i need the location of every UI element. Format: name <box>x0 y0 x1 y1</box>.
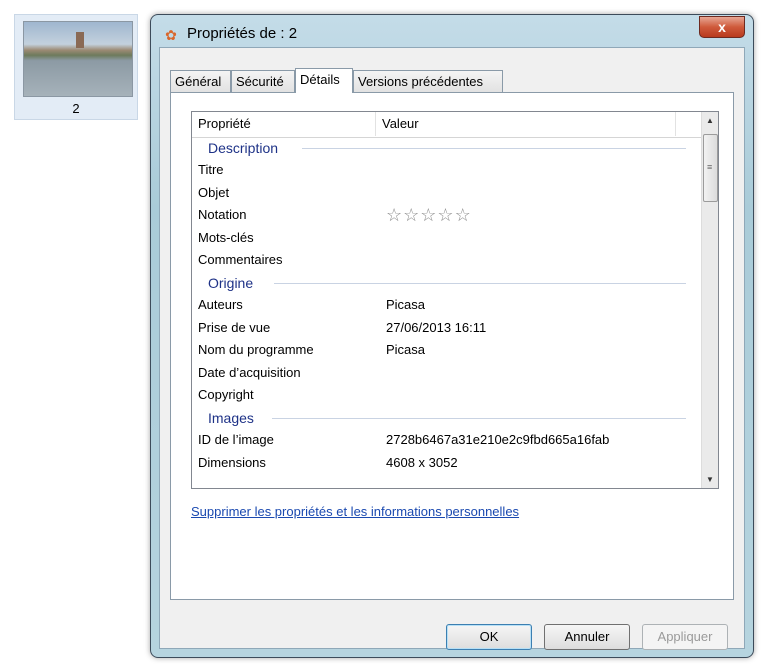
thumbnail-image <box>23 21 133 97</box>
group-label: Description <box>208 140 279 156</box>
group-description: Description <box>192 137 702 159</box>
tab-security[interactable]: Sécurité <box>231 70 295 92</box>
list-item[interactable]: ID de l’image 2728b6467a31e210e2c9fbd665a… <box>192 429 702 452</box>
properties-dialog: ✿ Propriétés de : 2 x Général Sécurité D… <box>150 14 754 658</box>
star-icon[interactable]: ☆ <box>437 205 454 225</box>
star-icon[interactable]: ☆ <box>420 205 437 225</box>
group-label: Images <box>208 409 254 426</box>
column-header-property[interactable]: Propriété <box>192 112 376 136</box>
list-item[interactable]: Mots-clés <box>192 227 702 250</box>
group-label: Origine <box>208 274 254 291</box>
property-value: 27/06/2013 16:11 <box>386 319 487 335</box>
group-divider <box>302 148 686 149</box>
list-item[interactable]: Objet <box>192 182 702 205</box>
grip-icon: ≡ <box>707 162 713 172</box>
property-value: 4608 x 3052 <box>386 454 458 470</box>
group-divider <box>274 282 686 284</box>
dialog-title: Propriétés de : 2 <box>187 25 298 42</box>
star-icon[interactable]: ☆ <box>455 205 472 225</box>
dialog-client-area: Général Sécurité Détails Versions précéd… <box>159 47 745 650</box>
property-value: 2728b6467a31e210e2c9fbd665a16fab <box>386 431 610 447</box>
tab-previous-versions[interactable]: Versions précédentes <box>353 70 503 92</box>
list-item[interactable]: Auteurs Picasa <box>192 294 702 317</box>
property-name: ID de l’image <box>198 431 274 447</box>
vertical-scrollbar[interactable]: ▲ ≡ ▼ <box>701 112 718 488</box>
list-item[interactable]: Copyright <box>192 384 702 407</box>
star-icon[interactable]: ☆ <box>386 205 403 225</box>
list-rows: Description Titre Objet Notation ☆☆☆☆☆ Mo… <box>192 137 702 474</box>
scroll-up-arrow-icon[interactable]: ▲ <box>702 112 718 129</box>
group-images: Images <box>192 407 702 429</box>
ok-button[interactable]: OK <box>446 624 532 650</box>
column-header-value[interactable]: Valeur <box>376 112 676 136</box>
property-name: Nom du programme <box>198 342 314 358</box>
group-divider <box>272 417 686 419</box>
details-panel: Propriété Valeur Description Titre Objet… <box>170 92 734 600</box>
property-name: Notation <box>198 207 247 223</box>
list-item[interactable]: Nom du programme Picasa <box>192 339 702 362</box>
property-name: Titre <box>198 162 224 177</box>
thumbnail-label: 2 <box>72 101 80 116</box>
cancel-button[interactable]: Annuler <box>544 624 630 650</box>
tab-general[interactable]: Général <box>170 70 231 92</box>
star-icon[interactable]: ☆ <box>403 205 420 225</box>
property-value: Picasa <box>386 296 426 312</box>
group-origine: Origine <box>192 272 702 294</box>
list-item[interactable]: Dimensions 4608 x 3052 <box>192 452 702 475</box>
list-item[interactable]: Commentaires <box>192 249 702 272</box>
list-item[interactable]: Titre <box>192 159 702 182</box>
property-name: Date d’acquisition <box>198 364 301 380</box>
property-name: Commentaires <box>198 252 283 268</box>
property-name: Prise de vue <box>198 319 271 335</box>
list-item[interactable]: Date d’acquisition <box>192 362 702 385</box>
property-name: Auteurs <box>198 296 243 312</box>
scrollbar-thumb[interactable]: ≡ <box>703 134 718 202</box>
close-button[interactable]: x <box>699 16 745 38</box>
rating-stars[interactable]: ☆☆☆☆☆ <box>386 204 472 226</box>
list-item[interactable]: Notation ☆☆☆☆☆ <box>192 204 702 227</box>
apply-button[interactable]: Appliquer <box>642 624 728 650</box>
scroll-down-arrow-icon[interactable]: ▼ <box>702 471 718 488</box>
list-item[interactable]: Prise de vue 27/06/2013 16:11 <box>192 317 702 340</box>
property-name: Copyright <box>198 387 254 403</box>
file-thumbnail[interactable]: 2 <box>14 14 138 120</box>
property-name: Objet <box>198 184 230 200</box>
property-value: Picasa <box>386 342 426 358</box>
property-name: Mots-clés <box>198 229 254 245</box>
remove-properties-link[interactable]: Supprimer les propriétés et les informat… <box>191 504 519 519</box>
picasa-app-icon: ✿ <box>165 27 177 43</box>
property-name: Dimensions <box>198 454 266 470</box>
list-header: Propriété Valeur <box>192 112 702 138</box>
tab-details[interactable]: Détails <box>295 68 353 93</box>
properties-list[interactable]: Propriété Valeur Description Titre Objet… <box>191 111 719 489</box>
